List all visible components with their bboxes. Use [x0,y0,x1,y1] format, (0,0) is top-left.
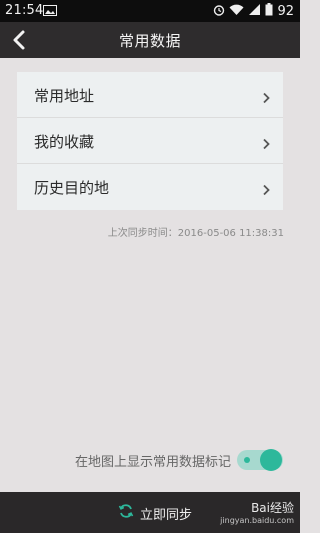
list-item-label: 历史目的地 [34,179,110,197]
chevron-right-icon [262,89,270,108]
show-markers-toggle[interactable] [237,449,283,471]
status-icons: 92 [213,3,294,20]
status-time: 21:54 [5,3,44,18]
show-markers-label: 在地图上显示常用数据标记 [74,454,231,470]
nav-bar: 常用数据 [0,22,300,58]
list-item-label: 我的收藏 [34,133,95,151]
toggle-knob [260,449,282,471]
list-item-label: 常用地址 [34,87,95,105]
list-item-common-addresses[interactable]: 常用地址 [17,72,283,118]
watermark-url: jingyan.baidu.com [220,516,294,525]
battery-level: 92 [277,4,294,19]
chevron-right-icon [262,135,270,154]
sync-now-button[interactable]: 立即同步 [118,503,192,523]
image-icon [43,5,57,20]
battery-icon [265,3,273,20]
data-list: 常用地址 我的收藏 历史目的地 [17,72,283,210]
watermark-brand: Bai经验 [251,501,294,515]
sync-now-label: 立即同步 [140,507,193,523]
list-item-history-destinations[interactable]: 历史目的地 [17,164,283,210]
baidu-watermark: Bai经验 jingyan.baidu.com [220,499,294,525]
signal-icon [248,3,261,20]
alarm-icon [213,4,225,20]
chevron-right-icon [262,181,270,200]
refresh-icon [118,503,134,523]
toggle-dot [244,457,250,463]
status-bar: 21:54 92 [0,0,300,22]
list-item-favorites[interactable]: 我的收藏 [17,118,283,164]
wifi-icon [229,4,244,20]
page-title: 常用数据 [118,32,181,50]
last-sync-time: 上次同步时间：2016-05-06 11:38:31 [107,228,284,239]
show-markers-row: 在地图上显示常用数据标记 [75,448,283,472]
